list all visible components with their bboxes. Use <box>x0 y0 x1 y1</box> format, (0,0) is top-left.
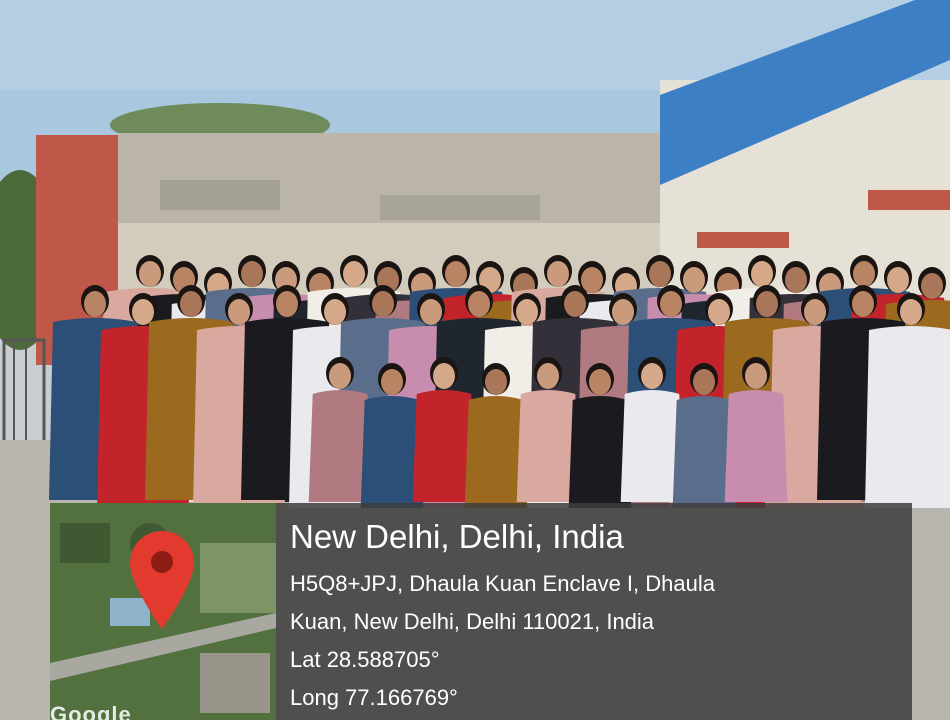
location-details: New Delhi, Delhi, India H5Q8+JPJ, Dhaula… <box>276 503 912 720</box>
satellite-map-thumbnail: Google <box>50 503 276 720</box>
longitude: Long 77.166769° <box>290 685 458 710</box>
address-line-2: Kuan, New Delhi, Delhi 110021, India <box>290 609 655 634</box>
map-attribution: Google <box>50 702 132 720</box>
place-title: New Delhi, Delhi, India <box>290 518 624 555</box>
geotag-overlay: Google New Delhi, Delhi, India H5Q8+JPJ,… <box>50 503 912 720</box>
address-line-1: H5Q8+JPJ, Dhaula Kuan Enclave I, Dhaula <box>290 571 715 596</box>
map-image <box>50 503 276 720</box>
latitude: Lat 28.588705° <box>290 647 440 672</box>
